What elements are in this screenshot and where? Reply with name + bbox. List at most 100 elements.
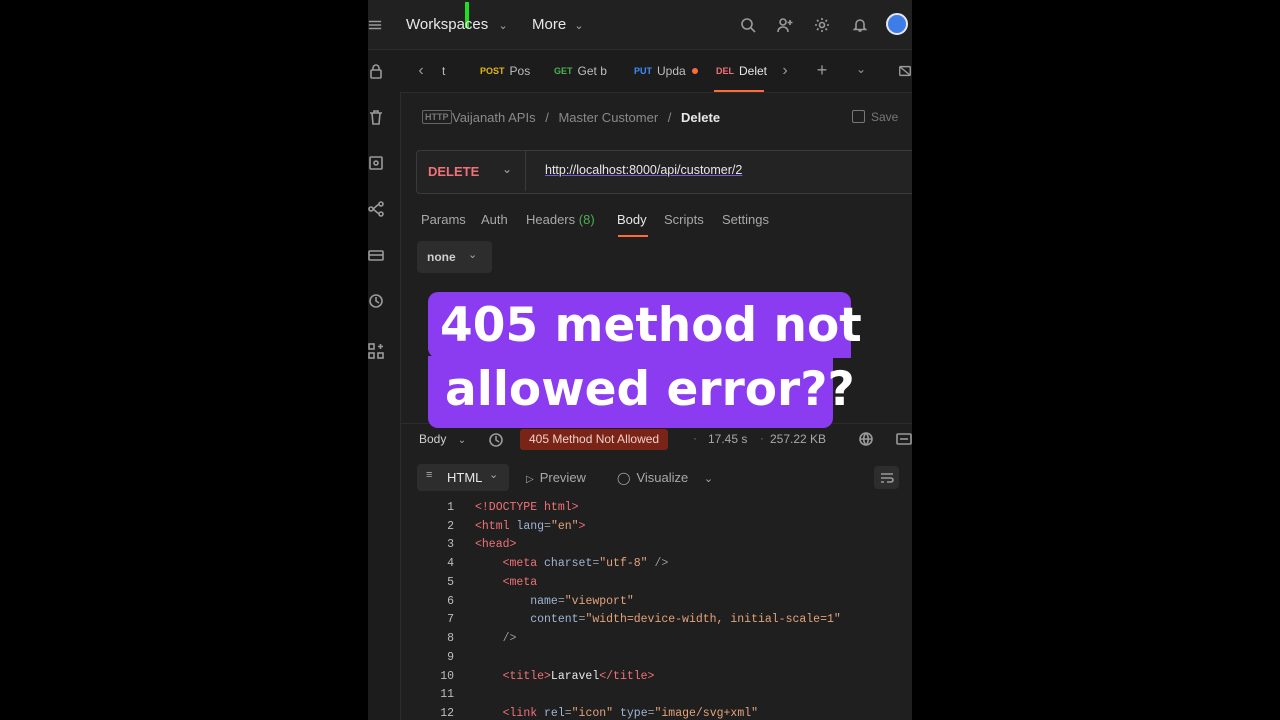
tab-method: POST [480,66,505,76]
body-type-dropdown[interactable]: none ⌄ [417,241,492,273]
code-token: "image/svg+xml" [654,707,759,720]
preview-button[interactable]: ▷ Preview [526,470,586,485]
globe-icon[interactable] [858,431,874,447]
code-token: "icon" [571,707,614,720]
request-tab-delete-active[interactable]: DEL Delet [716,50,767,92]
request-tab-get[interactable]: GET Get b [554,50,607,92]
chevron-down-icon: ⌄ [574,20,584,32]
request-tab-put[interactable]: PUT Upda [634,50,698,92]
tab-method: GET [554,66,573,76]
code-token: lang [516,520,545,533]
code-line: <link rel="icon" type="image/svg+xml" [502,707,759,720]
environment-icon[interactable] [368,154,384,172]
code-token: <link [502,707,545,720]
line-number: 9 [447,651,454,664]
status-badge[interactable]: 405 Method Not Allowed [520,429,669,450]
code-token: Laravel [550,670,600,683]
code-line: <head> [475,538,516,551]
tab-headers[interactable]: Headers (8) [526,212,595,227]
active-subtab-indicator [618,235,648,237]
visualize-label: Visualize [636,470,689,485]
line-number: 7 [447,613,454,626]
visualize-button[interactable]: ◯ Visualize ⌄ [617,470,713,485]
environment-selector-icon[interactable] [898,62,912,80]
code-token: "en" [550,520,579,533]
history-icon[interactable] [368,292,384,310]
line-number: 10 [440,670,454,683]
response-body-label: Body [419,432,447,446]
code-token: content [530,613,579,626]
breadcrumb-collection[interactable]: Vaijanath APIs [452,110,536,125]
breadcrumb-separator: / [545,110,549,125]
line-number: 11 [440,688,454,701]
code-line: content="width=device-width, initial-sca… [530,613,841,626]
caption-line-1: 405 method not [440,298,862,353]
line-number: 2 [447,520,454,533]
tab-label: Get b [577,64,607,78]
new-tab-icon[interactable]: + [814,60,830,80]
headers-label: Headers [526,212,576,227]
active-tab-indicator [714,90,764,92]
line-number: 8 [447,632,454,645]
code-line: <!DOCTYPE html> [475,501,579,514]
chevron-down-icon: ⌄ [489,469,499,481]
bell-icon[interactable] [850,15,870,35]
wrap-lines-icon[interactable] [874,466,899,489]
tab-scripts[interactable]: Scripts [664,212,704,227]
tab-params[interactable]: Params [421,212,466,227]
code-token: charset [544,557,593,570]
unsaved-dot-icon [691,68,698,74]
response-history-icon[interactable] [488,432,504,448]
code-token: "width=device-width, initial-scale=1" [585,613,841,626]
code-token: type [619,707,648,720]
line-number: 5 [447,576,454,589]
code-token: <title> [502,670,551,683]
breadcrumb-folder[interactable]: Master Customer [558,110,658,125]
response-body-tab[interactable]: Body ⌄ [419,432,466,446]
save-response-icon[interactable] [896,431,912,447]
line-number: 3 [447,538,454,551]
method-label: DELETE [428,164,480,179]
request-tab-post[interactable]: POST Pos [480,50,530,92]
code-line: <meta [475,576,538,589]
tab-settings[interactable]: Settings [722,212,769,227]
trash-icon[interactable] [368,108,384,126]
code-token: <meta [502,557,545,570]
more-menu[interactable]: More ⌄ [532,16,584,33]
code-token: <html [475,520,517,533]
request-tab[interactable]: t [442,50,445,92]
url-input[interactable]: http://localhost:8000/api/customer/2 [545,163,742,177]
menu-icon[interactable] [368,14,382,36]
flows-icon[interactable] [368,200,384,218]
add-workspace-icon[interactable] [368,342,384,360]
code-token: "viewport" [564,595,634,608]
response-time[interactable]: 17.45 s [708,432,747,446]
http-request-icon: HTTP [422,110,452,124]
chevron-right-icon[interactable]: › [778,62,792,80]
line-number: 4 [447,557,454,570]
gear-icon[interactable] [812,15,832,35]
workspaces-label: Workspaces [406,16,489,33]
tab-list-chevron-icon[interactable]: ⌄ [854,60,868,78]
code-token: rel [544,707,565,720]
chevron-down-icon: ⌄ [457,435,467,446]
code-token: <head> [475,538,517,551]
breadcrumb-request: Delete [681,110,721,125]
code-line: <html lang="en"> [475,520,586,533]
mock-server-icon[interactable] [368,246,384,264]
chevron-left-icon[interactable]: ‹ [414,62,428,80]
response-size[interactable]: 257.22 KB [770,432,826,446]
code-token: /> [502,632,517,645]
workspaces-menu[interactable]: Workspaces ⌄ [406,16,508,33]
format-selector[interactable]: ≡ HTML ⌄ [417,464,509,491]
method-selector[interactable]: DELETE ⌄ [417,151,526,191]
add-user-icon[interactable] [775,15,795,35]
lock-icon[interactable] [368,62,384,80]
tab-body[interactable]: Body [617,212,647,227]
save-button[interactable]: Save [852,110,898,124]
chevron-down-icon: ⌄ [703,473,714,485]
search-icon[interactable] [738,15,758,35]
breadcrumb-separator: / [667,110,672,125]
avatar[interactable] [886,13,908,35]
tab-auth[interactable]: Auth [481,212,508,227]
